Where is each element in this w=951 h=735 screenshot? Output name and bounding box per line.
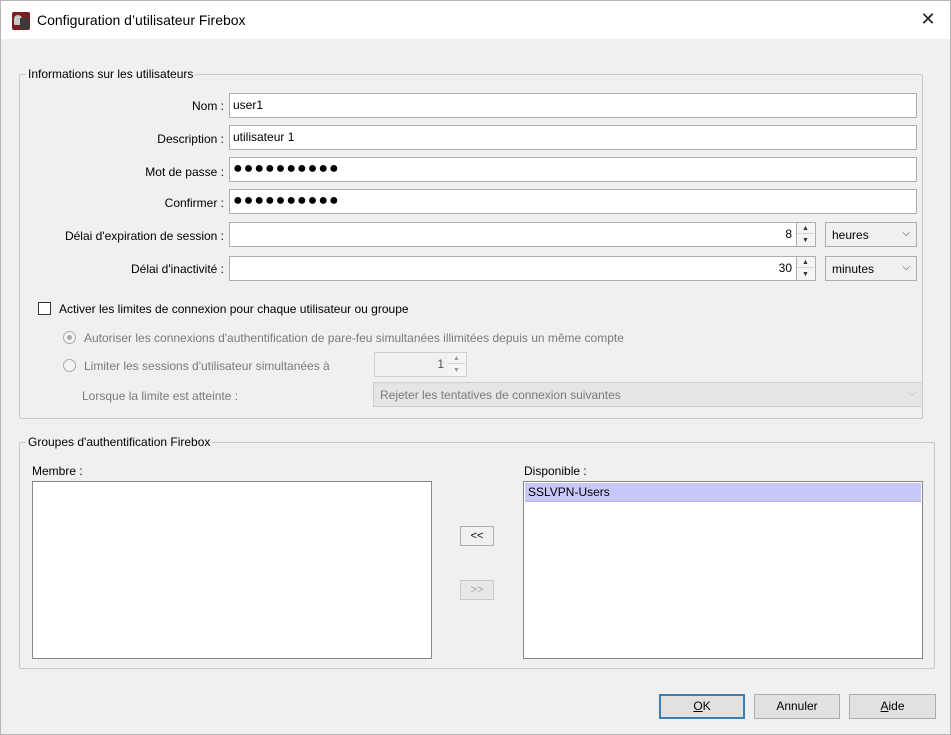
idle-timeout-input[interactable]: 30 — [229, 256, 797, 281]
session-timeout-label: Délai d'expiration de session : — [64, 229, 224, 243]
limit-reached-label: Lorsque la limite est atteinte : — [82, 389, 239, 403]
list-item[interactable]: SSLVPN-Users — [525, 483, 921, 502]
spin-up-icon[interactable]: ▲ — [797, 223, 814, 234]
member-label: Membre : — [32, 464, 83, 478]
window-title: Configuration d’utilisateur Firebox — [37, 12, 246, 28]
ok-mnemonic: O — [693, 699, 703, 713]
ok-button[interactable]: OK — [659, 694, 745, 719]
password-input[interactable]: ●●●●●●●●●● — [229, 157, 917, 182]
name-label: Nom : — [191, 99, 224, 113]
spin-down-icon: ▼ — [453, 367, 460, 374]
session-timeout-unit-select[interactable]: heures ⌵ — [825, 222, 917, 247]
ok-label-rest: K — [702, 699, 711, 713]
spin-up-icon: ▲ — [448, 353, 465, 364]
limit-sessions-radio — [63, 359, 76, 372]
title-bar: Configuration d’utilisateur Firebox ✕ — [1, 1, 950, 39]
confirm-password-input[interactable]: ●●●●●●●●●● — [229, 189, 917, 214]
session-timeout-input[interactable]: 8 — [229, 222, 797, 247]
connection-limits-checkbox[interactable] — [38, 302, 51, 315]
help-button[interactable]: Aide — [849, 694, 936, 719]
available-label: Disponible : — [524, 464, 587, 478]
chevron-down-icon: ⌵ — [902, 228, 910, 239]
spin-up-icon[interactable]: ▲ — [797, 257, 814, 268]
help-label-rest: ide — [888, 699, 905, 713]
unlimited-connections-label: Autoriser les connexions d'authentificat… — [84, 331, 624, 345]
remove-member-button: >> — [460, 580, 494, 600]
limit-sessions-label: Limiter les sessions d'utilisateur simul… — [84, 359, 330, 373]
idle-timeout-spinner[interactable]: ▲ ▼ — [797, 256, 816, 281]
available-list[interactable]: SSLVPN-Users — [523, 481, 923, 659]
chevron-down-icon: ⌵ — [908, 388, 916, 399]
chevron-down-icon: ⌵ — [902, 262, 910, 273]
firebox-app-icon — [12, 12, 30, 30]
description-input[interactable]: utilisateur 1 — [229, 125, 917, 150]
limit-reached-select: Rejeter les tentatives de connexion suiv… — [373, 382, 923, 407]
add-member-button[interactable]: << — [460, 526, 494, 546]
spin-down-icon[interactable]: ▼ — [797, 269, 814, 280]
password-label: Mot de passe : — [145, 165, 224, 179]
help-mnemonic: A — [880, 699, 889, 713]
limit-sessions-spinner: ▲ ▼ — [448, 352, 467, 377]
connection-limits-label[interactable]: Activer les limites de connexion pour ch… — [59, 302, 409, 316]
auth-groups-legend: Groupes d'authentification Firebox — [28, 435, 211, 449]
spin-down-icon[interactable]: ▼ — [797, 235, 814, 246]
name-input[interactable]: user1 — [229, 93, 917, 118]
session-timeout-spinner[interactable]: ▲ ▼ — [797, 222, 816, 247]
cancel-button[interactable]: Annuler — [754, 694, 840, 719]
limit-sessions-input: 1 — [374, 352, 449, 377]
idle-timeout-unit-select[interactable]: minutes ⌵ — [825, 256, 917, 281]
member-list[interactable] — [32, 481, 432, 659]
unlimited-connections-radio — [63, 331, 76, 344]
session-timeout-unit-value: heures — [832, 228, 869, 242]
idle-timeout-unit-value: minutes — [832, 262, 875, 276]
close-icon[interactable]: ✕ — [916, 7, 940, 31]
limit-reached-value: Rejeter les tentatives de connexion suiv… — [380, 388, 621, 402]
idle-timeout-label: Délai d'inactivité : — [131, 262, 224, 276]
confirm-label: Confirmer : — [164, 196, 224, 210]
description-label: Description : — [157, 132, 224, 146]
dialog-window: Configuration d’utilisateur Firebox ✕ In… — [0, 0, 951, 735]
user-info-legend: Informations sur les utilisateurs — [28, 67, 194, 81]
